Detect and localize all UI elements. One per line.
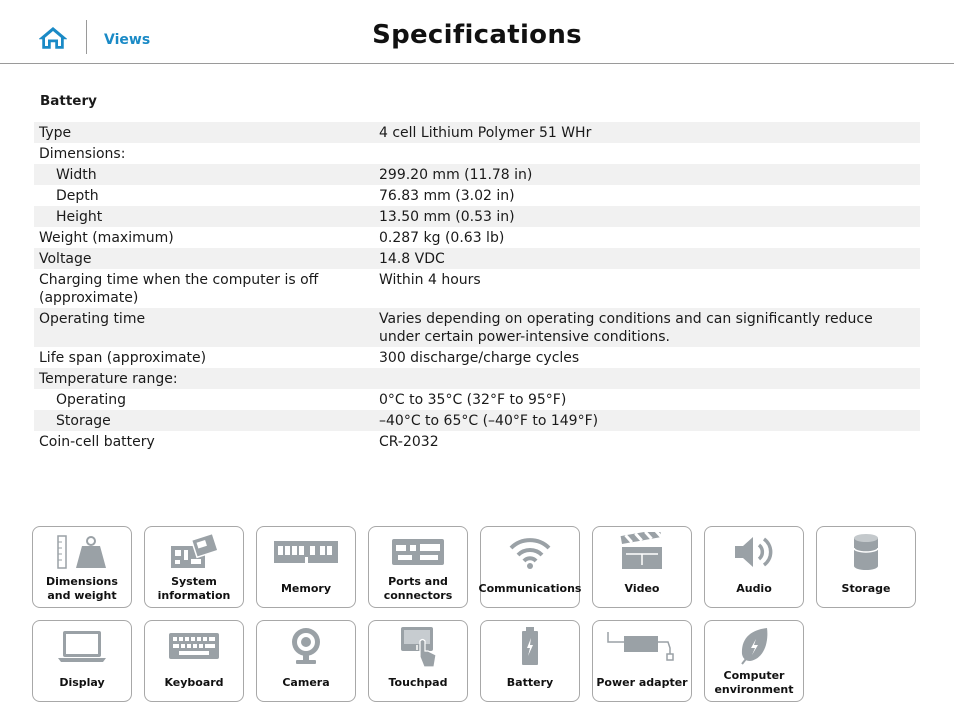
- spec-value: 13.50 mm (0.53 in): [374, 206, 920, 227]
- spec-value: Within 4 hours: [379, 271, 481, 288]
- table-row: Coin-cell battery CR-2032: [34, 431, 920, 452]
- spec-value: Varies depending on operating conditions…: [374, 308, 920, 347]
- tile-memory[interactable]: Memory: [256, 526, 356, 608]
- tile-label: System information: [157, 575, 231, 602]
- tile-label: Power adapter: [596, 676, 688, 689]
- tile-label: Storage: [841, 582, 891, 595]
- table-row: Life span (approximate) 300 discharge/ch…: [34, 347, 920, 368]
- tile-label: Communications: [478, 582, 582, 595]
- touchpad-icon: [401, 627, 437, 667]
- spec-value: 299.20 mm (11.78 in): [374, 164, 920, 185]
- speaker-icon: [735, 537, 773, 567]
- weight-icon: [57, 535, 106, 569]
- tile-touchpad[interactable]: Touchpad: [368, 620, 468, 702]
- keyboard-icon: [169, 633, 219, 659]
- tile-system-information[interactable]: System information: [144, 526, 244, 608]
- tile-audio[interactable]: Audio: [704, 526, 804, 608]
- spec-label: Storage: [34, 410, 374, 431]
- tile-label: Computer environment: [714, 669, 794, 696]
- tile-label: Camera: [282, 676, 330, 689]
- table-row: Storage –40°C to 65°C (–40°F to 149°F): [34, 410, 920, 431]
- spec-label: Coin-cell battery: [39, 433, 155, 450]
- spec-value: 14.8 VDC: [374, 248, 920, 269]
- spec-label: Life span (approximate): [39, 349, 207, 366]
- spec-label: Type: [34, 122, 374, 143]
- tile-label: Touchpad: [388, 676, 448, 689]
- clapperboard-icon: [620, 532, 663, 569]
- spec-value: 300 discharge/charge cycles: [379, 349, 580, 366]
- tile-communications[interactable]: Communications: [478, 526, 582, 608]
- power-adapter-icon: [607, 632, 674, 661]
- wifi-icon: [509, 538, 551, 569]
- battery-icon: [522, 627, 538, 665]
- tile-camera[interactable]: Camera: [256, 620, 356, 702]
- table-row: Temperature range:: [34, 368, 920, 389]
- spec-value: CR-2032: [379, 433, 439, 450]
- spec-label: Depth: [56, 187, 99, 204]
- table-row: Dimensions:: [34, 143, 920, 164]
- memory-icon: [274, 541, 338, 563]
- tile-computer-environment[interactable]: Computer environment: [704, 620, 804, 702]
- table-row: Height 13.50 mm (0.53 in): [34, 206, 920, 227]
- spec-label: Dimensions:: [39, 145, 126, 162]
- spec-label: Operating time: [34, 308, 374, 347]
- ports-icon: [392, 539, 444, 565]
- section-title: Battery: [40, 93, 97, 109]
- spec-table: Type 4 cell Lithium Polymer 51 WHr Dimen…: [34, 122, 920, 452]
- tile-battery[interactable]: Battery: [480, 620, 580, 702]
- spec-value: 4 cell Lithium Polymer 51 WHr: [374, 122, 920, 143]
- table-row: Charging time when the computer is off (…: [34, 269, 920, 308]
- table-row: Operating time Varies depending on opera…: [34, 308, 920, 347]
- tile-label: Battery: [506, 676, 554, 689]
- table-row: Type 4 cell Lithium Polymer 51 WHr: [34, 122, 920, 143]
- tile-display[interactable]: Display: [32, 620, 132, 702]
- tile-label: Audio: [736, 582, 772, 595]
- storage-icon: [853, 534, 879, 570]
- tile-keyboard[interactable]: Keyboard: [144, 620, 244, 702]
- table-row: Operating 0°C to 35°C (32°F to 95°F): [34, 389, 920, 410]
- laptop-icon: [58, 631, 106, 662]
- spec-label: Weight (maximum): [39, 229, 174, 246]
- motherboard-icon: [171, 532, 219, 568]
- webcam-icon: [292, 628, 320, 664]
- spec-label: Height: [34, 206, 374, 227]
- tile-dimensions-and-weight[interactable]: Dimensions and weight: [32, 526, 132, 608]
- table-row: Weight (maximum) 0.287 kg (0.63 lb): [34, 227, 920, 248]
- tile-label: Ports and connectors: [383, 575, 453, 602]
- table-row: Voltage 14.8 VDC: [34, 248, 920, 269]
- header-bar: Views Specifications: [0, 0, 954, 64]
- tile-video[interactable]: Video: [592, 526, 692, 608]
- spec-label: Charging time when the computer is off (…: [39, 271, 319, 306]
- spec-value: 0°C to 35°C (32°F to 95°F): [379, 391, 567, 408]
- tile-storage[interactable]: Storage: [816, 526, 916, 608]
- spec-label: Temperature range:: [34, 368, 374, 389]
- page-title: Specifications: [372, 20, 582, 50]
- spec-value: 0.287 kg (0.63 lb): [379, 229, 505, 246]
- tile-label: Dimensions and weight: [46, 575, 118, 602]
- tile-ports-and-connectors[interactable]: Ports and connectors: [368, 526, 468, 608]
- spec-value: [374, 143, 920, 164]
- spec-label: Operating: [56, 391, 126, 408]
- table-row: Width 299.20 mm (11.78 in): [34, 164, 920, 185]
- tile-label: Keyboard: [164, 676, 224, 689]
- leaf-icon: [741, 628, 768, 665]
- spec-value: –40°C to 65°C (–40°F to 149°F): [374, 410, 920, 431]
- tile-label: Display: [59, 676, 105, 689]
- table-row: Depth 76.83 mm (3.02 in): [34, 185, 920, 206]
- tile-label: Memory: [280, 582, 332, 595]
- tile-power-adapter[interactable]: Power adapter: [592, 620, 692, 702]
- spec-value: 76.83 mm (3.02 in): [379, 187, 515, 204]
- spec-value: [374, 368, 920, 389]
- spec-label: Voltage: [34, 248, 374, 269]
- tile-label: Video: [624, 582, 660, 595]
- spec-label: Width: [34, 164, 374, 185]
